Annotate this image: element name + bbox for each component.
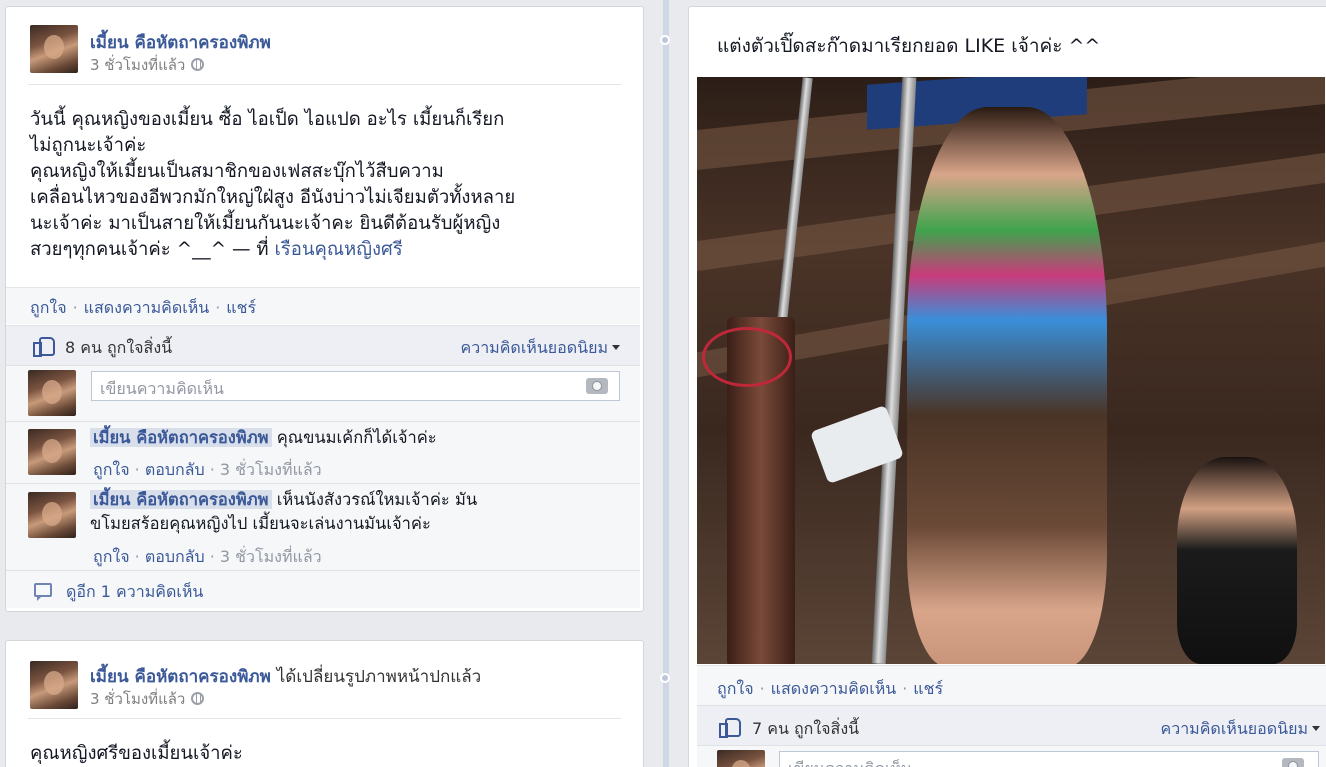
separator: ·	[902, 679, 908, 698]
comment-time[interactable]: 3 ชั่วโมงที่แล้ว	[220, 460, 322, 479]
bystander-figure	[1177, 457, 1297, 664]
comment-author[interactable]: เมี้ยน คือหัตถาครองพิภพ	[90, 490, 272, 509]
comment-body: เมี้ยน คือหัตถาครองพิภพ เห็นนังสังวรณ์ให…	[90, 488, 630, 536]
post-text: คุณหญิงศรีของเมี้ยนเจ้าค่ะ	[30, 741, 630, 767]
likes-count[interactable]: 8 คน ถูกใจสิ่งนี้	[65, 336, 172, 361]
top-comments-dropdown[interactable]: ความคิดเห็นยอดนิยม	[1161, 717, 1320, 742]
comment-meta: ถูกใจ · ตอบกลับ · 3 ชั่วโมงที่แล้ว	[93, 460, 322, 479]
view-more-comments-label[interactable]: ดูอีก 1 ความคิดเห็น	[66, 580, 203, 605]
comment-input[interactable]: เขียนความคิดเห็น	[779, 751, 1319, 767]
avatar[interactable]	[30, 25, 78, 73]
camera-icon[interactable]	[586, 378, 608, 394]
post-caption: แต่งตัวเปิ๊ดสะก๊าดมาเรียกยอด LIKE เจ้าค่…	[717, 35, 1101, 57]
post-text: วันนี้ คุณหญิงของเมี้ยน ซื้อ ไอเป็ด ไอแป…	[30, 107, 630, 263]
place-link[interactable]: เรือนคุณหญิงศรี	[274, 239, 402, 260]
avatar	[28, 370, 76, 416]
likes-row: 7 คน ถูกใจสิ่งนี้ ความคิดเห็นยอดนิยม	[697, 705, 1326, 745]
top-comments-dropdown[interactable]: ความคิดเห็นยอดนิยม	[461, 336, 620, 361]
post-card: เมี้ยน คือหัตถาครองพิภพ ได้เปลี่ยนรูปภาพ…	[5, 640, 644, 767]
comment-text: เห็นนังสังวรณ์ใหมเจ้าค่ะ มัน	[276, 490, 478, 509]
avatar[interactable]	[30, 661, 78, 709]
post-header: เมี้ยน คือหัตถาครองพิภพ 3 ชั่วโมงที่แล้ว	[28, 25, 621, 85]
comment-reply-link[interactable]: ตอบกลับ	[145, 547, 205, 566]
post-photo[interactable]	[697, 77, 1325, 664]
post-text-line: สวยๆทุกคนเจ้าค่ะ ^__^ — ที่ เรือนคุณหญิง…	[30, 237, 630, 263]
post-timestamp[interactable]: 3 ชั่วโมงที่แล้ว	[90, 53, 205, 77]
post-text-line: นะเจ้าค่ะ มาเป็นสายให้เมี้ยนกันนะเจ้าคะ …	[30, 213, 501, 234]
post-timestamp[interactable]: 3 ชั่วโมงที่แล้ว	[90, 687, 205, 711]
avatar	[717, 750, 765, 767]
comment-body: เมี้ยน คือหัตถาครองพิภพ คุณขนมเค้กก็ได้เ…	[90, 426, 630, 450]
public-globe-icon	[191, 692, 205, 705]
comment-text-line2: ขโมยสร้อยคุณหญิงไป เมี้ยนจะเล่นงานมันเจ้…	[90, 514, 431, 533]
action-bar: ถูกใจ · แสดงความคิดเห็น · แชร์	[6, 287, 640, 324]
post-header: เมี้ยน คือหัตถาครองพิภพ ได้เปลี่ยนรูปภาพ…	[28, 659, 621, 719]
like-link[interactable]: ถูกใจ	[717, 679, 754, 698]
comment-link[interactable]: แสดงความคิดเห็น	[771, 679, 897, 698]
timeline-connector	[660, 673, 670, 683]
likes-count[interactable]: 7 คน ถูกใจสิ่งนี้	[752, 717, 859, 742]
public-globe-icon	[191, 58, 205, 71]
caret-down-icon	[1312, 726, 1320, 731]
comment-reply-link[interactable]: ตอบกลับ	[145, 460, 205, 479]
author-name[interactable]: เมี้ยน คือหัตถาครองพิภพ	[90, 667, 271, 687]
post-card: เมี้ยน คือหัตถาครองพิภพ 3 ชั่วโมงที่แล้ว…	[5, 6, 644, 612]
comment-composer: เขียนความคิดเห็น	[697, 745, 1326, 767]
comment-input[interactable]: เขียนความคิดเห็น	[91, 371, 620, 401]
post-text-line: ไม่ถูกนะเจ้าค่ะ	[30, 135, 147, 156]
comment-bubble-icon	[34, 583, 52, 601]
top-comments-label[interactable]: ความคิดเห็นยอดนิยม	[1161, 719, 1309, 738]
share-link[interactable]: แชร์	[913, 679, 943, 698]
timeline-spine	[663, 0, 669, 767]
timestamp-text[interactable]: 3 ชั่วโมงที่แล้ว	[90, 56, 185, 74]
timeline-connector	[660, 35, 670, 45]
view-more-comments[interactable]: ดูอีก 1 ความคิดเห็น	[6, 570, 640, 608]
cable	[702, 327, 792, 387]
likes-row: 8 คน ถูกใจสิ่งนี้ ความคิดเห็นยอดนิยม	[6, 325, 640, 365]
timestamp-text[interactable]: 3 ชั่วโมงที่แล้ว	[90, 690, 185, 708]
comment-item: เมี้ยน คือหัตถาครองพิภพ เห็นนังสังวรณ์ให…	[6, 483, 640, 570]
separator: ·	[72, 298, 78, 317]
comment-link[interactable]: แสดงความคิดเห็น	[84, 298, 210, 317]
comment-item: เมี้ยน คือหัตถาครองพิภพ คุณขนมเค้กก็ได้เ…	[6, 421, 640, 483]
woman-figure	[907, 107, 1107, 664]
author-name[interactable]: เมี้ยน คือหัตถาครองพิภพ	[90, 29, 271, 56]
comment-meta: ถูกใจ · ตอบกลับ · 3 ชั่วโมงที่แล้ว	[93, 547, 322, 566]
author-line: เมี้ยน คือหัตถาครองพิภพ ได้เปลี่ยนรูปภาพ…	[90, 663, 481, 690]
caret-down-icon	[612, 345, 620, 350]
top-comments-label[interactable]: ความคิดเห็นยอดนิยม	[461, 338, 609, 357]
action-bar: ถูกใจ · แสดงความคิดเห็น · แชร์	[697, 665, 1326, 705]
avatar[interactable]	[28, 492, 76, 538]
post-text-line: คุณหญิงให้เมี้ยนเป็นสมาชิกของเฟสสะบุ๊กไว…	[30, 161, 444, 182]
avatar[interactable]	[28, 429, 76, 475]
comment-like-link[interactable]: ถูกใจ	[93, 547, 130, 566]
thumbs-up-icon	[33, 336, 55, 357]
separator: ·	[215, 298, 221, 317]
thumbs-up-icon	[719, 717, 741, 738]
post-text-tail: สวยๆทุกคนเจ้าค่ะ ^__^ — ที่	[30, 239, 275, 260]
comment-author[interactable]: เมี้ยน คือหัตถาครองพิภพ	[90, 428, 272, 447]
post-action: ได้เปลี่ยนรูปภาพหน้าปกแล้ว	[276, 667, 482, 687]
comment-composer: เขียนความคิดเห็น	[6, 365, 640, 421]
comment-like-link[interactable]: ถูกใจ	[93, 460, 130, 479]
separator: ·	[759, 679, 765, 698]
share-link[interactable]: แชร์	[226, 298, 256, 317]
like-link[interactable]: ถูกใจ	[30, 298, 67, 317]
camera-icon[interactable]	[1282, 758, 1304, 767]
post-text-line: เคลื่อนไหวของอีพวกมักใหญ่ใฝ่สูง อีนังบ่า…	[30, 187, 516, 208]
post-text-line: วันนี้ คุณหญิงของเมี้ยน ซื้อ ไอเป็ด ไอแป…	[30, 109, 505, 130]
post-text-line: คุณหญิงศรีของเมี้ยนเจ้าค่ะ	[30, 743, 243, 764]
comment-time[interactable]: 3 ชั่วโมงที่แล้ว	[220, 547, 322, 566]
comment-text: คุณขนมเค้กก็ได้เจ้าค่ะ	[276, 428, 437, 447]
